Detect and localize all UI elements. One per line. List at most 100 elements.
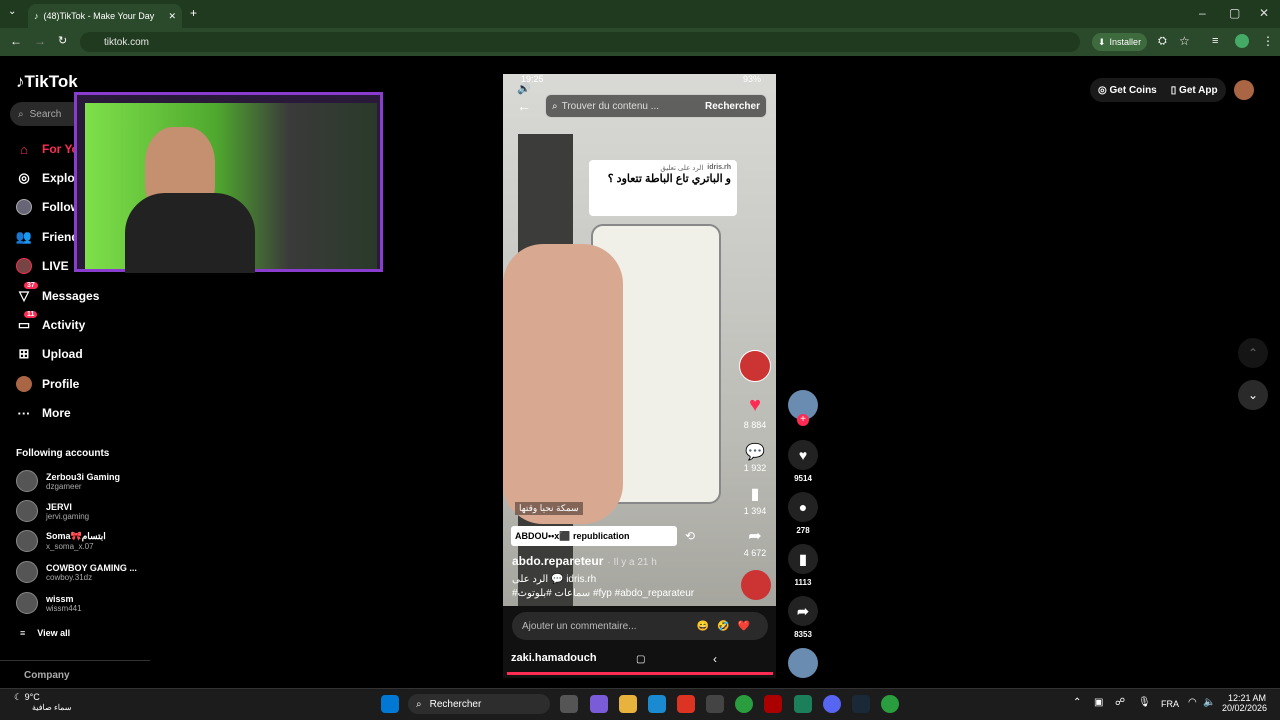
profile-avatar[interactable]	[1234, 80, 1254, 100]
avatar	[16, 592, 38, 614]
windows-taskbar	[0, 688, 1280, 720]
file-explorer-icon[interactable]	[619, 695, 637, 713]
nav-live[interactable]: LIVE	[16, 258, 69, 274]
account-item[interactable]: JERVI jervi.gaming	[16, 500, 89, 522]
phone-home-icon[interactable]: ▢	[636, 654, 645, 665]
share-action[interactable]: ➦ 8353	[788, 596, 818, 639]
plus-square-icon: ⊞	[18, 346, 30, 361]
account-item[interactable]: COWBOY GAMING ... cowboy.31dz	[16, 561, 137, 583]
account-item[interactable]: Zerbou3i Gaming dzgameer	[16, 470, 120, 492]
maximize-icon[interactable]: ▢	[1229, 6, 1240, 20]
wifi-icon[interactable]: ◠	[1188, 697, 1197, 708]
phone-search-bar[interactable]: ⌕ Trouver du contenu ... Rechercher	[545, 94, 767, 118]
share-icon[interactable]: ➦	[739, 526, 771, 546]
caption-tags: #سماعات #بلوتوث #fyp #abdo_reparateur	[512, 588, 695, 599]
view-all-link[interactable]: ≡ View all	[20, 628, 70, 638]
speaker-icon[interactable]: 🔈	[1203, 697, 1215, 708]
video-author[interactable]: abdo.repareteur · Il y a 21 h	[512, 554, 657, 568]
discord-icon[interactable]	[823, 695, 841, 713]
more-dots-icon: ···	[17, 405, 31, 421]
phone-search-button[interactable]: Rechercher	[705, 101, 760, 112]
wps-icon[interactable]	[677, 695, 695, 713]
get-coins-button[interactable]: ◎ Get Coins	[1098, 85, 1157, 96]
tray-chevron-up-icon[interactable]: ⌃	[1073, 697, 1081, 708]
taskbar-search[interactable]: ⌕ Rechercher	[408, 694, 550, 714]
back-icon[interactable]: ←	[10, 34, 22, 48]
get-app-button[interactable]: ▯ Get App	[1171, 85, 1218, 96]
avatar-icon	[16, 376, 32, 392]
clock[interactable]: 12:21 AM 20/02/2026	[1222, 693, 1267, 713]
browser-menu-icon[interactable]: ⋮	[1262, 34, 1274, 48]
following-icon	[16, 199, 32, 215]
phone-back-icon[interactable]: ←	[517, 98, 531, 114]
bookmark-icon[interactable]: ▮	[739, 484, 771, 504]
minimize-icon[interactable]: –	[1199, 6, 1206, 20]
acrobat-icon[interactable]	[764, 695, 782, 713]
account-item[interactable]: Soma🎀ابتسام x_soma_x.07	[16, 530, 106, 552]
home-icon: ⌂	[20, 141, 28, 157]
bookmark-icon: ▮	[788, 544, 818, 574]
windows-start-icon[interactable]	[381, 695, 399, 713]
copilot-icon[interactable]	[590, 695, 608, 713]
search-input[interactable]: ⌕ Search	[10, 102, 84, 126]
tab-close-icon[interactable]: ✕	[168, 11, 176, 22]
nav-more[interactable]: ··· More	[16, 405, 71, 421]
task-view-icon[interactable]	[560, 695, 578, 713]
nav-upload[interactable]: ⊞ Upload	[16, 346, 83, 362]
tab-menu-icon[interactable]: ⌄	[8, 6, 16, 17]
edge-icon[interactable]	[648, 695, 666, 713]
coins-app-bar: ◎ Get Coins ▯ Get App	[1090, 78, 1226, 102]
store-icon[interactable]	[706, 695, 724, 713]
video-progress-bar[interactable]	[507, 672, 773, 675]
language-indicator[interactable]: FRA	[1161, 699, 1179, 709]
nav-profile[interactable]: Profile	[16, 376, 79, 392]
app-icon[interactable]	[794, 695, 812, 713]
caption-reply: الرد على 💬 idris.rh	[512, 574, 597, 585]
chrome-active-icon[interactable]	[881, 695, 899, 713]
music-disc-icon[interactable]	[788, 648, 818, 678]
reload-icon[interactable]: ↻	[58, 34, 67, 47]
account-item[interactable]: wissm wissm441	[16, 592, 82, 614]
like-action[interactable]: ♥ 9514	[788, 440, 818, 483]
microphone-icon[interactable]: 🎙	[1138, 697, 1151, 708]
video-player[interactable]: 19:25 93% 🔊 ← ⌕ Trouver du contenu ... Re…	[503, 74, 776, 678]
translate-icon[interactable]: ⛭	[1158, 35, 1167, 48]
volume-icon[interactable]: 🔊	[517, 82, 531, 95]
browser-tab-bar: ⌄ ♪ (48)TikTok - Make Your Day ✕ + – ▢ ✕	[0, 0, 1280, 28]
phone-shares-count: 4 672	[743, 548, 767, 558]
repost-icon[interactable]: ⟲	[685, 529, 695, 543]
url-field[interactable]: tiktok.com	[80, 32, 1080, 52]
next-video-user[interactable]: zaki.hamadouch	[511, 652, 597, 664]
steam-icon[interactable]	[852, 695, 870, 713]
new-tab-icon[interactable]: +	[190, 6, 197, 20]
install-button[interactable]: ⬇ Installer	[1092, 33, 1148, 51]
browser-tab[interactable]: ♪ (48)TikTok - Make Your Day ✕	[28, 4, 182, 28]
phone-nav-back-icon[interactable]: ‹	[713, 652, 717, 666]
next-video-chevron-down-icon[interactable]: ⌄	[1238, 380, 1268, 410]
profile-avatar[interactable]	[1235, 34, 1249, 48]
nav-activity[interactable]: ▭ 11 Activity	[16, 311, 85, 333]
bookmark-star-icon[interactable]: ☆	[1179, 34, 1190, 48]
company-link[interactable]: Company	[24, 670, 70, 681]
republication-pill[interactable]: ABDOU••x⬛ republication	[511, 526, 677, 546]
close-window-icon[interactable]: ✕	[1259, 6, 1269, 20]
nav-messages[interactable]: ▽ 37 Messages	[16, 282, 99, 304]
creator-avatar[interactable]	[739, 350, 771, 382]
comment-input[interactable]: Ajouter un commentaire... 😄🤣❤️	[512, 612, 768, 640]
phone-icon: ▯	[1170, 84, 1177, 96]
chrome-icon[interactable]	[735, 695, 753, 713]
comment-icon[interactable]: 💬	[739, 442, 771, 462]
comment-action[interactable]: ● 278	[788, 492, 818, 535]
emoji-shortcuts-icon[interactable]: 😄🤣❤️	[697, 621, 758, 632]
forward-icon[interactable]: →	[34, 34, 46, 48]
prev-video-chevron-up-icon[interactable]: ⌃	[1238, 338, 1268, 368]
save-action[interactable]: ▮ 1113	[788, 544, 818, 587]
tiktok-logo[interactable]: ♪TikTok	[16, 72, 78, 92]
music-disc-icon[interactable]	[741, 570, 771, 600]
reading-list-icon[interactable]: ≡	[1212, 35, 1218, 47]
heart-icon[interactable]: ♥	[739, 394, 771, 417]
tray-network-icon[interactable]: ☍	[1115, 697, 1125, 708]
tray-app-icon[interactable]: ▣	[1094, 697, 1103, 708]
follow-plus-icon[interactable]: +	[797, 414, 809, 426]
weather-widget[interactable]: ☾ 9°C سماء صافية	[14, 692, 72, 712]
